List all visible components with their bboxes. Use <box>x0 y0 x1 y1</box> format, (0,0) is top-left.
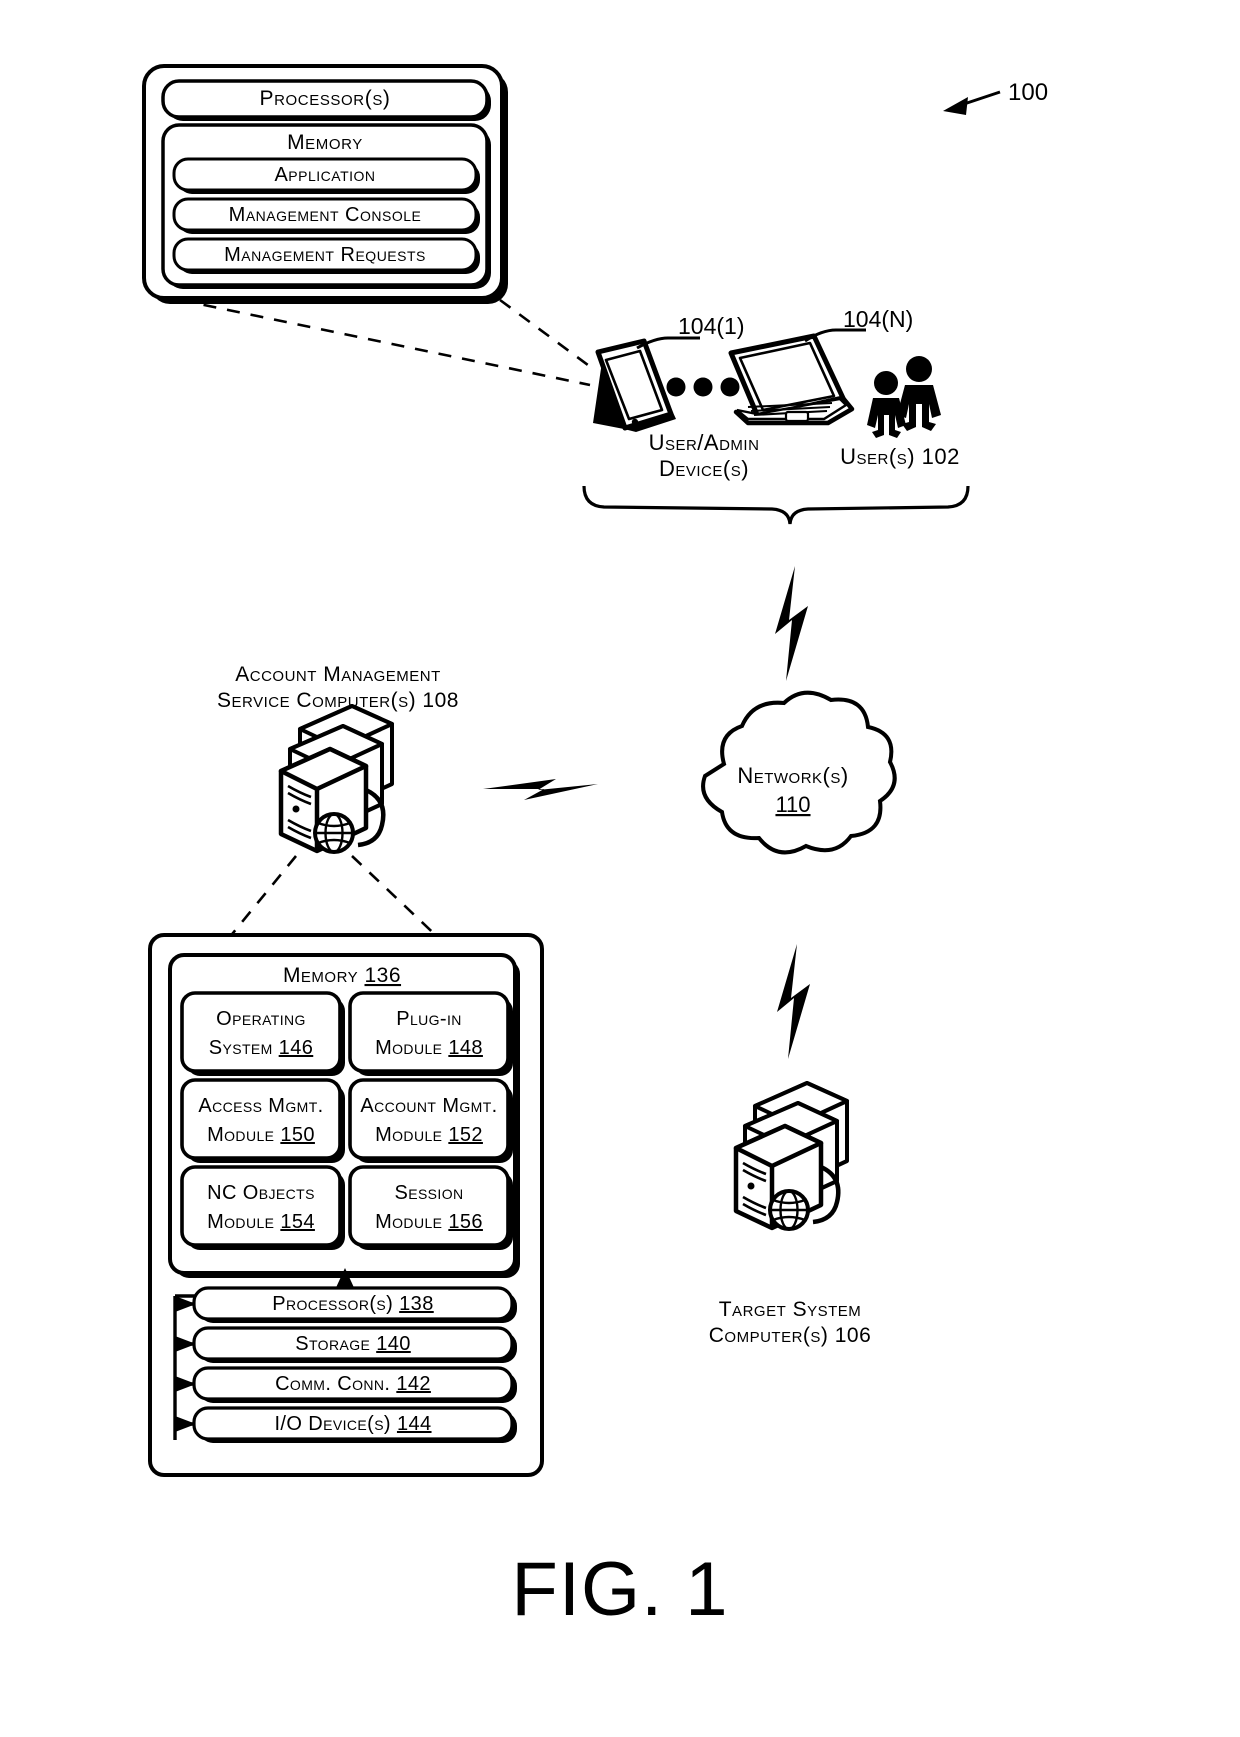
bar-3: I/O Device(s) 144 <box>274 1413 431 1435</box>
memory-block-title: Memory 136 <box>283 964 401 987</box>
laptop-ref-callout: 104(N) <box>804 306 913 343</box>
device-label-line1: User/Admin <box>649 430 760 455</box>
module-2-line2: Module 150 <box>207 1124 315 1146</box>
bar-3-ref: 144 <box>397 1413 432 1435</box>
bar-0-text: Processor(s) <box>272 1293 399 1315</box>
system-ref-callout: 100 <box>943 79 1048 115</box>
application-label: Application <box>274 164 375 186</box>
module-2-line1: Access Mgmt. <box>198 1095 323 1117</box>
module-5-line2: Module 156 <box>375 1211 483 1233</box>
lightning-bolt-upper <box>775 566 808 681</box>
tablet-ref-callout: 104(1) <box>636 313 744 350</box>
module-0-line2: System 146 <box>209 1037 314 1059</box>
module-3-line2: Module 152 <box>375 1124 483 1146</box>
group-brace <box>582 485 970 525</box>
module-4-ref: 154 <box>280 1211 315 1233</box>
module-5-line1: Session <box>394 1182 463 1204</box>
module-1-line2-text: Module <box>375 1037 448 1059</box>
service-computer-title-line1: Account Management <box>235 663 441 686</box>
module-0-line2-text: System <box>209 1037 279 1059</box>
management-console-label: Management Console <box>229 204 422 226</box>
module-5-line2-text: Module <box>375 1211 448 1233</box>
module-3-line1: Account Mgmt. <box>360 1095 497 1117</box>
memory-block-title-text: Memory <box>283 964 365 987</box>
laptop-ref-number: 104(N) <box>843 306 913 332</box>
bar-0-ref: 138 <box>399 1293 434 1315</box>
module-2-ref: 150 <box>280 1124 315 1146</box>
figure-caption: FIG. 1 <box>511 1547 728 1632</box>
users-icon <box>867 356 941 438</box>
processor-label: Processor(s) <box>259 87 390 110</box>
service-computer-icon <box>278 704 394 854</box>
module-1-line2: Module 148 <box>375 1037 483 1059</box>
service-computer-internals: Memory 136 Operating System 146 Plug-in … <box>148 933 544 1477</box>
user-device-block: Processor(s) Memory Application Manageme… <box>142 64 508 304</box>
lightning-bolt-left <box>483 779 598 800</box>
module-3-line2-text: Module <box>375 1124 448 1146</box>
bar-1-ref: 140 <box>376 1333 411 1355</box>
ellipsis-dots <box>666 377 740 397</box>
users-label: User(s) 102 <box>840 444 960 469</box>
callout-lines-device <box>179 298 593 387</box>
device-label-line2: Device(s) <box>659 456 749 481</box>
management-requests-label: Management Requests <box>224 244 426 266</box>
bar-3-text: I/O Device(s) <box>274 1413 397 1435</box>
module-4-line1: NC Objects <box>207 1182 315 1204</box>
module-3-ref: 152 <box>448 1124 483 1146</box>
bar-1-text: Storage <box>295 1333 376 1355</box>
laptop-icon <box>728 333 855 426</box>
target-system-icon <box>733 1081 849 1231</box>
patent-figure-1: Processor(s) Memory Application Manageme… <box>142 64 1048 1632</box>
memory-block-title-ref: 136 <box>365 964 402 987</box>
bar-2-ref: 142 <box>396 1373 431 1395</box>
module-1-ref: 148 <box>448 1037 483 1059</box>
bar-1: Storage 140 <box>295 1333 411 1355</box>
module-0-line1: Operating <box>216 1008 306 1030</box>
tablet-ref-number: 104(1) <box>678 313 744 339</box>
system-ref-number: 100 <box>1008 79 1048 106</box>
network-label: Network(s) <box>737 763 848 788</box>
module-0-ref: 146 <box>279 1037 314 1059</box>
module-4-line2-text: Module <box>207 1211 280 1233</box>
memory-label: Memory <box>287 131 363 154</box>
network-ref-number: 110 <box>775 792 810 817</box>
module-1-line1: Plug-in <box>396 1008 462 1030</box>
module-5-ref: 156 <box>448 1211 483 1233</box>
bar-2-text: Comm. Conn. <box>275 1373 396 1395</box>
bar-2: Comm. Conn. 142 <box>275 1373 431 1395</box>
lightning-bolt-lower <box>777 944 810 1059</box>
module-2-line2-text: Module <box>207 1124 280 1146</box>
service-computer-title-line2: Service Computer(s) 108 <box>217 689 459 712</box>
tablet-icon <box>593 338 676 432</box>
target-system-label-line1: Target System <box>719 1298 862 1321</box>
network-cloud: Network(s) 110 <box>701 690 897 855</box>
target-system-label-line2: Computer(s) 106 <box>709 1324 872 1347</box>
bar-0: Processor(s) 138 <box>272 1293 433 1315</box>
module-4-line2: Module 154 <box>207 1211 315 1233</box>
